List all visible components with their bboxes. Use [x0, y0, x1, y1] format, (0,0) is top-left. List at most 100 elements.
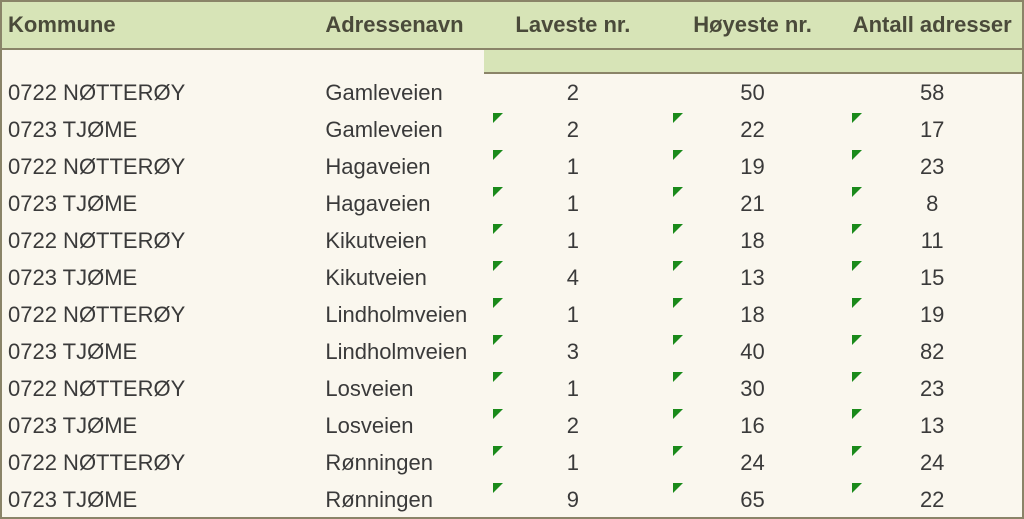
- cell-laveste: 2: [483, 74, 663, 111]
- cell-adressenavn: Lindholmveien: [317, 296, 483, 333]
- cell-kommune: 0722 NØTTERØY: [2, 296, 317, 333]
- cell-value: 22: [920, 487, 944, 513]
- cell-antall: 23: [842, 370, 1022, 407]
- cell-laveste: 2: [483, 407, 663, 444]
- cell-kommune: 0723 TJØME: [2, 111, 317, 148]
- header-laveste: Laveste nr.: [483, 2, 663, 48]
- cell-value: 23: [920, 154, 944, 180]
- cell-laveste: 1: [483, 444, 663, 481]
- cell-value: 23: [920, 376, 944, 402]
- number-stored-as-text-icon: [493, 224, 503, 234]
- table-subheader-band: [2, 50, 1022, 74]
- number-stored-as-text-icon: [852, 224, 862, 234]
- cell-hoyeste: 30: [663, 370, 843, 407]
- cell-value: 18: [740, 302, 764, 328]
- cell-laveste: 4: [483, 259, 663, 296]
- cell-value: 22: [740, 117, 764, 143]
- subheader-spacer: [2, 50, 484, 74]
- number-stored-as-text-icon: [673, 224, 683, 234]
- number-stored-as-text-icon: [852, 113, 862, 123]
- table-row: 0723 TJØMELosveien21613: [2, 407, 1022, 444]
- cell-hoyeste: 40: [663, 333, 843, 370]
- header-hoyeste: Høyeste nr.: [663, 2, 843, 48]
- cell-hoyeste: 13: [663, 259, 843, 296]
- cell-antall: 15: [842, 259, 1022, 296]
- number-stored-as-text-icon: [493, 483, 503, 493]
- cell-antall: 13: [842, 407, 1022, 444]
- cell-adressenavn: Rønningen: [317, 444, 483, 481]
- cell-adressenavn: Hagaveien: [317, 148, 483, 185]
- cell-antall: 24: [842, 444, 1022, 481]
- cell-value: 65: [740, 487, 764, 513]
- cell-laveste: 2: [483, 111, 663, 148]
- header-adressenavn: Adressenavn: [317, 2, 483, 48]
- cell-adressenavn: Rønningen: [317, 481, 483, 518]
- cell-value: 1: [567, 450, 579, 476]
- cell-antall: 58: [842, 74, 1022, 111]
- table-row: 0723 TJØMELindholmveien34082: [2, 333, 1022, 370]
- cell-kommune: 0722 NØTTERØY: [2, 148, 317, 185]
- table-row: 0722 NØTTERØYRønningen12424: [2, 444, 1022, 481]
- number-stored-as-text-icon: [852, 335, 862, 345]
- number-stored-as-text-icon: [493, 409, 503, 419]
- table-row: 0722 NØTTERØYKikutveien11811: [2, 222, 1022, 259]
- cell-antall: 8: [842, 185, 1022, 222]
- cell-value: 1: [567, 302, 579, 328]
- table-row: 0723 TJØMEGamleveien22217: [2, 111, 1022, 148]
- cell-value: 16: [740, 413, 764, 439]
- cell-value: 13: [740, 265, 764, 291]
- cell-hoyeste: 18: [663, 222, 843, 259]
- cell-hoyeste: 65: [663, 481, 843, 518]
- number-stored-as-text-icon: [852, 409, 862, 419]
- cell-value: 19: [920, 302, 944, 328]
- cell-value: 30: [740, 376, 764, 402]
- cell-kommune: 0723 TJØME: [2, 481, 317, 518]
- cell-value: 40: [740, 339, 764, 365]
- cell-laveste: 1: [483, 222, 663, 259]
- number-stored-as-text-icon: [673, 409, 683, 419]
- table-body: 0722 NØTTERØYGamleveien250580723 TJØMEGa…: [2, 74, 1022, 518]
- number-stored-as-text-icon: [852, 298, 862, 308]
- number-stored-as-text-icon: [673, 446, 683, 456]
- cell-value: 4: [567, 265, 579, 291]
- cell-antall: 19: [842, 296, 1022, 333]
- cell-value: 17: [920, 117, 944, 143]
- table-row: 0722 NØTTERØYLindholmveien 1 18 19: [2, 296, 1022, 333]
- table-row: 0722 NØTTERØYHagaveien11923: [2, 148, 1022, 185]
- cell-hoyeste: 19: [663, 148, 843, 185]
- cell-hoyeste: 50: [663, 74, 843, 111]
- cell-laveste: 1: [483, 185, 663, 222]
- number-stored-as-text-icon: [673, 187, 683, 197]
- cell-kommune: 0723 TJØME: [2, 333, 317, 370]
- number-stored-as-text-icon: [673, 113, 683, 123]
- number-stored-as-text-icon: [673, 150, 683, 160]
- cell-kommune: 0722 NØTTERØY: [2, 444, 317, 481]
- cell-adressenavn: Lindholmveien: [317, 333, 483, 370]
- cell-adressenavn: Gamleveien: [317, 74, 483, 111]
- cell-antall: 23: [842, 148, 1022, 185]
- cell-kommune: 0722 NØTTERØY: [2, 222, 317, 259]
- cell-antall: 82: [842, 333, 1022, 370]
- table-row: 0723 TJØMERønningen9 65 22: [2, 481, 1022, 518]
- cell-adressenavn: Hagaveien: [317, 185, 483, 222]
- number-stored-as-text-icon: [493, 150, 503, 160]
- number-stored-as-text-icon: [852, 372, 862, 382]
- table-header-row: Kommune Adressenavn Laveste nr. Høyeste …: [2, 2, 1022, 50]
- number-stored-as-text-icon: [493, 446, 503, 456]
- number-stored-as-text-icon: [493, 113, 503, 123]
- number-stored-as-text-icon: [493, 261, 503, 271]
- cell-value: 11: [921, 228, 944, 254]
- table-row: 0722 NØTTERØYGamleveien25058: [2, 74, 1022, 111]
- table-row: 0722 NØTTERØYLosveien13023: [2, 370, 1022, 407]
- number-stored-as-text-icon: [493, 372, 503, 382]
- number-stored-as-text-icon: [852, 187, 862, 197]
- cell-adressenavn: Kikutveien: [317, 259, 483, 296]
- cell-adressenavn: Losveien: [317, 407, 483, 444]
- cell-value: 21: [740, 191, 764, 217]
- cell-laveste: 1: [483, 296, 663, 333]
- cell-laveste: 9: [483, 481, 663, 518]
- header-kommune: Kommune: [2, 2, 317, 48]
- number-stored-as-text-icon: [673, 483, 683, 493]
- subheader-band: [484, 50, 1022, 74]
- cell-value: 82: [920, 339, 944, 365]
